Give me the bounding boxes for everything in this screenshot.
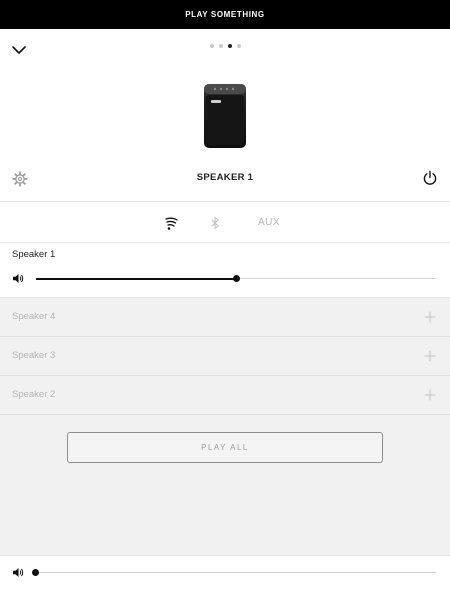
speaker-image [204, 84, 246, 148]
active-speaker-row: Speaker 1 [0, 243, 450, 298]
plus-icon[interactable] [424, 389, 436, 401]
speaker-header: SPEAKER 1 [0, 29, 450, 201]
volume-icon[interactable] [12, 273, 24, 284]
page-indicator [210, 44, 241, 48]
plus-icon[interactable] [424, 350, 436, 362]
plus-icon[interactable] [424, 311, 436, 323]
speaker-row-name: Speaker 4 [12, 311, 56, 322]
aux-source[interactable]: AUX [258, 217, 280, 228]
volume-slider[interactable] [36, 275, 436, 282]
bluetooth-icon[interactable] [209, 216, 221, 230]
play-all-button[interactable]: PLAY ALL [67, 432, 383, 463]
speaker-name: SPEAKER 1 [196, 172, 254, 183]
speaker-group-area: Speaker 4 Speaker 3 Speaker 2 PLAY ALL [0, 298, 450, 555]
chevron-down-icon[interactable] [10, 43, 28, 57]
volume-slider-fill [36, 277, 236, 280]
volume-icon[interactable] [12, 567, 24, 578]
page-dot [219, 44, 223, 48]
speaker-row[interactable]: Speaker 2 [0, 376, 450, 415]
speaker-row[interactable]: Speaker 3 [0, 337, 450, 376]
page-dot [210, 44, 214, 48]
source-selector: AUX [0, 201, 450, 243]
wifi-icon[interactable] [163, 215, 179, 231]
master-volume-thumb[interactable] [31, 569, 39, 576]
power-icon[interactable] [422, 170, 438, 186]
speaker-row[interactable]: Speaker 4 [0, 298, 450, 337]
top-bar: PLAY SOMETHING [0, 0, 450, 29]
page-dot [237, 44, 241, 48]
top-bar-title: PLAY SOMETHING [185, 10, 265, 19]
active-speaker-name: Speaker 1 [12, 249, 56, 260]
master-volume-bar [0, 555, 450, 589]
volume-slider-thumb[interactable] [232, 275, 240, 282]
speaker-row-name: Speaker 3 [12, 350, 56, 361]
page-dot-active [228, 44, 232, 48]
master-volume-slider[interactable] [31, 569, 436, 576]
speaker-row-name: Speaker 2 [12, 389, 56, 400]
